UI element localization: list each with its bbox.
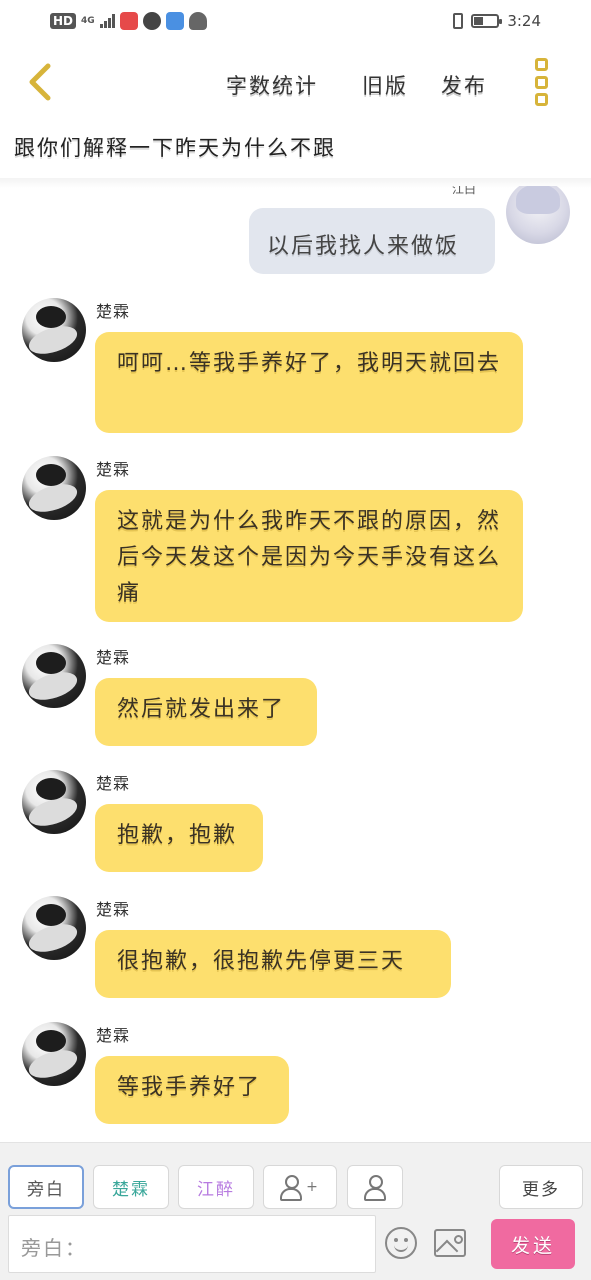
status-bar: HD 4G 3:24 xyxy=(0,0,591,46)
avatar[interactable] xyxy=(22,298,86,362)
chat-area[interactable]: 江白 以后我找人来做饭 楚霖 呵呵…等我手养好了，我明天就回去 楚霖 这就是为什… xyxy=(0,186,591,1142)
status-right: 3:24 xyxy=(453,12,541,30)
hd-badge: HD xyxy=(50,13,77,29)
message-bubble[interactable]: 呵呵…等我手养好了，我明天就回去 xyxy=(95,332,523,433)
message-input[interactable]: 旁白： xyxy=(8,1215,376,1273)
person-button[interactable] xyxy=(347,1165,403,1209)
add-role-button[interactable]: + xyxy=(263,1165,337,1209)
message-bubble[interactable]: 然后就发出来了 xyxy=(95,678,317,746)
sender-name: 楚霖 xyxy=(96,648,131,667)
message-bubble[interactable]: 很抱歉，很抱歉先停更三天 xyxy=(95,930,451,998)
message-bubble[interactable]: 抱歉，抱歉 xyxy=(95,804,263,872)
send-button[interactable]: 发送 xyxy=(491,1219,575,1269)
sender-name: 楚霖 xyxy=(96,774,131,793)
cloud-icon xyxy=(188,12,207,30)
app-notification-icon xyxy=(119,12,138,30)
role-jiangzui-button[interactable]: 江醉 xyxy=(178,1165,254,1209)
status-time: 3:24 xyxy=(507,12,541,30)
avatar[interactable] xyxy=(22,456,86,520)
chevron-left-icon[interactable] xyxy=(22,60,62,104)
sender-name: 楚霖 xyxy=(96,900,131,919)
network-type: 4G xyxy=(81,15,95,26)
my-message-bubble[interactable]: 以后我找人来做饭 xyxy=(249,208,495,274)
more-button[interactable]: 更多 xyxy=(499,1165,583,1209)
publish-button[interactable]: 发布 xyxy=(441,70,487,100)
sender-name: 楚霖 xyxy=(96,460,131,479)
app-notification-icon xyxy=(165,12,184,30)
status-left: HD 4G xyxy=(50,12,207,30)
role-chulin-button[interactable]: 楚霖 xyxy=(93,1165,169,1209)
signal-icon xyxy=(99,14,115,28)
image-icon[interactable] xyxy=(434,1229,466,1257)
vibrate-icon xyxy=(453,13,464,29)
avatar[interactable] xyxy=(22,770,86,834)
chapter-title[interactable]: 跟你们解释一下昨天为什么不跟 xyxy=(14,132,336,162)
old-version-button[interactable]: 旧版 xyxy=(362,70,408,100)
message-bubble[interactable]: 等我手养好了 xyxy=(95,1056,289,1124)
avatar[interactable] xyxy=(22,1022,86,1086)
role-narrator-button[interactable]: 旁白 xyxy=(8,1165,84,1209)
add-person-icon xyxy=(280,1175,303,1201)
input-toolbar: 旁白 楚霖 江醉 + 更多 旁白： 发送 xyxy=(0,1142,591,1280)
person-icon xyxy=(364,1175,386,1201)
sender-name: 楚霖 xyxy=(96,1026,131,1045)
message-bubble[interactable]: 这就是为什么我昨天不跟的原因，然后今天发这个是因为今天手没有这么痛 xyxy=(95,490,523,622)
qq-icon xyxy=(142,12,161,30)
battery-icon xyxy=(471,14,503,28)
my-name: 江白 xyxy=(452,186,477,196)
sender-name: 楚霖 xyxy=(96,302,131,321)
avatar[interactable] xyxy=(22,896,86,960)
more-icon[interactable] xyxy=(535,58,551,106)
plus-icon: + xyxy=(306,1179,320,1195)
my-avatar[interactable] xyxy=(506,186,570,244)
avatar[interactable] xyxy=(22,644,86,708)
word-count-button[interactable]: 字数统计 xyxy=(226,70,318,100)
emoji-icon[interactable] xyxy=(385,1227,417,1259)
app-header: 字数统计 旧版 发布 xyxy=(0,46,591,122)
